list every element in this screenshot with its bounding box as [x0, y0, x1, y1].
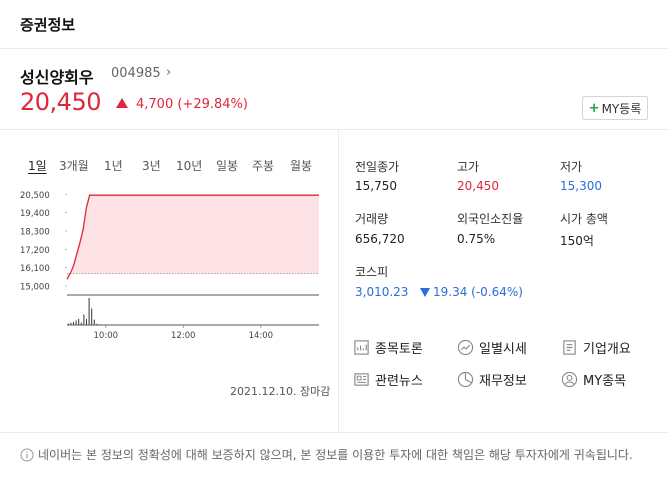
- y-tick-label: 20,500: [20, 191, 50, 201]
- x-tick-label: 10:00: [94, 331, 119, 341]
- info-label-prev-close: 전일종가: [355, 160, 400, 174]
- y-tick-label: 16,100: [20, 264, 50, 274]
- current-price: 20,450: [20, 88, 101, 116]
- link-label: MY종목: [583, 374, 627, 389]
- my-register-button[interactable]: + MY등록: [582, 96, 648, 120]
- info-label-foreign: 외국인소진율: [457, 212, 524, 226]
- tab-monthly[interactable]: 월봉: [290, 157, 312, 174]
- change-amount: 4,700: [136, 97, 174, 112]
- info-value-prev-close: 15,750: [355, 179, 397, 193]
- link-related-news[interactable]: 관련뉴스: [353, 370, 423, 389]
- tab-1day[interactable]: 1일: [28, 157, 47, 174]
- info-value-high: 20,450: [457, 179, 499, 193]
- info-value-volume: 656,720: [355, 232, 405, 246]
- link-my-stocks[interactable]: MY종목: [561, 370, 626, 389]
- y-tick-label: 18,300: [20, 228, 50, 238]
- info-value-market-cap: 150억: [560, 234, 594, 248]
- info-icon: [20, 448, 34, 462]
- index-value: 3,010.23: [355, 285, 409, 299]
- divider-vertical: [338, 130, 339, 432]
- info-label-high: 고가: [457, 160, 480, 174]
- link-discussion[interactable]: 종목토론: [353, 338, 423, 357]
- section-header: 증권정보: [0, 0, 669, 49]
- divider: [0, 432, 669, 433]
- plus-icon: +: [588, 100, 600, 116]
- section-title: 증권정보: [20, 16, 76, 34]
- info-label-market-cap: 시가 총액: [560, 212, 608, 226]
- tab-3year[interactable]: 3년: [142, 157, 161, 174]
- y-tick-label: 15,000: [20, 283, 50, 293]
- divider: [0, 129, 669, 130]
- y-tick-label: 19,400: [20, 209, 50, 219]
- link-financial-info[interactable]: 재무정보: [457, 370, 527, 389]
- pie-icon: [457, 371, 474, 388]
- trend-circle-icon: [457, 339, 474, 356]
- link-label: 기업개요: [583, 342, 631, 357]
- tab-10year[interactable]: 10년: [176, 157, 202, 174]
- info-label-low: 저가: [560, 160, 583, 174]
- link-label: 종목토론: [375, 342, 423, 357]
- price-area: [67, 195, 319, 280]
- user-circle-icon: [561, 371, 578, 388]
- index-change: 19.34 (-0.64%): [420, 285, 523, 299]
- price-change: 4,700 (+29.84%): [136, 97, 248, 112]
- stock-code[interactable]: 004985: [111, 66, 161, 81]
- y-tick-label: 17,200: [20, 246, 50, 256]
- tab-1year[interactable]: 1년: [104, 157, 123, 174]
- tab-3month[interactable]: 3개월: [59, 157, 89, 174]
- link-label: 관련뉴스: [375, 374, 423, 389]
- news-icon: [354, 373, 369, 386]
- down-triangle-icon: [420, 288, 430, 297]
- intraday-chart[interactable]: 20,500 19,400 18,300 17,200 16,100 15,000 10:0…: [20, 183, 322, 343]
- link-daily-price[interactable]: 일별시세: [457, 338, 527, 357]
- x-tick-label: 12:00: [171, 331, 196, 341]
- stock-name[interactable]: 성신양회우: [20, 64, 94, 88]
- info-value-low: 15,300: [560, 179, 602, 193]
- index-change-text: 19.34 (-0.64%): [433, 285, 523, 299]
- tab-weekly[interactable]: 주봉: [252, 157, 274, 174]
- up-triangle-icon: [116, 98, 128, 108]
- link-label: 일별시세: [479, 342, 527, 357]
- disclaimer-notice: 네이버는 본 정보의 정확성에 대해 보증하지 않으며, 본 정보를 이용한 투…: [38, 448, 633, 462]
- my-register-label: MY등록: [601, 101, 642, 116]
- change-percent: (+29.84%): [177, 97, 248, 112]
- link-label: 재무정보: [479, 374, 527, 389]
- index-label: 코스피: [355, 265, 389, 279]
- info-value-foreign: 0.75%: [457, 232, 496, 246]
- tab-daily[interactable]: 일봉: [216, 157, 238, 174]
- x-tick-label: 14:00: [249, 331, 274, 341]
- info-label-volume: 거래량: [355, 212, 389, 226]
- list-doc-icon: [563, 340, 576, 355]
- link-company-overview[interactable]: 기업개요: [561, 338, 631, 357]
- market-date: 2021.12.10. 장마감: [230, 385, 331, 398]
- chart-doc-icon: [354, 340, 369, 355]
- chevron-right-icon[interactable]: ›: [166, 65, 171, 80]
